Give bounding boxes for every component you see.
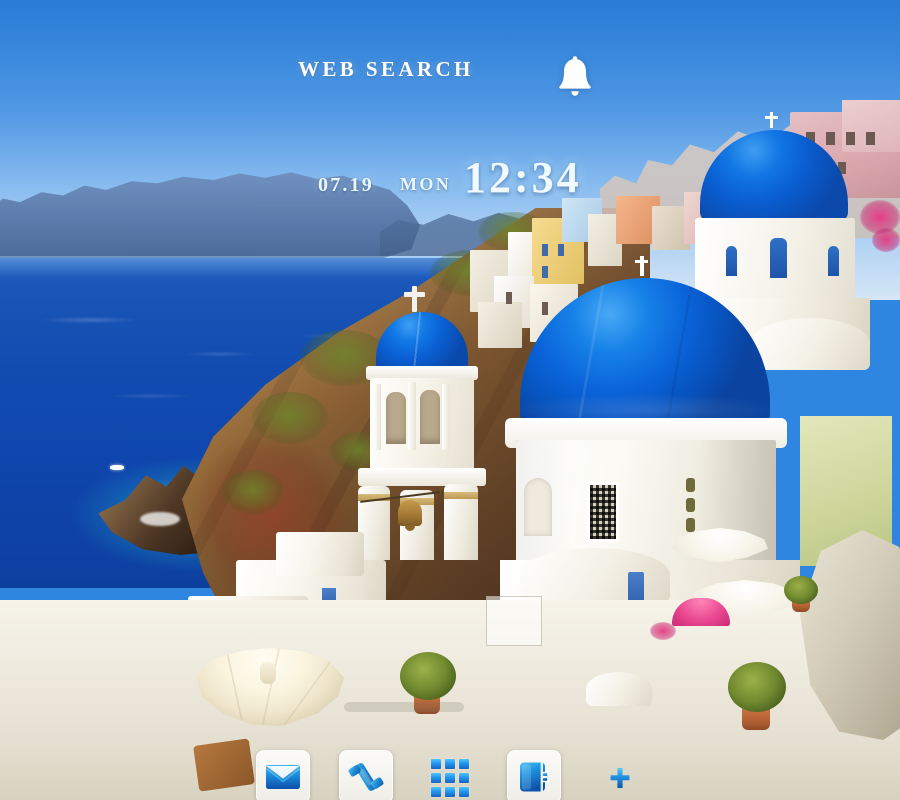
clock-date: 07.19 bbox=[318, 174, 374, 196]
dock-item-mail[interactable] bbox=[256, 750, 310, 800]
dock-item-add-shortcut[interactable] bbox=[594, 752, 646, 800]
web-search-widget[interactable]: WEB SEARCH bbox=[298, 57, 474, 82]
phone-handset-icon bbox=[348, 759, 384, 795]
dock bbox=[0, 728, 900, 800]
address-book-icon bbox=[517, 760, 551, 794]
bell-icon bbox=[552, 53, 598, 101]
envelope-icon bbox=[264, 762, 302, 792]
home-screen: WEB SEARCH 07.19 MON 12:34 bbox=[0, 0, 900, 800]
plus-icon bbox=[606, 764, 634, 792]
home-screen-overlay: WEB SEARCH 07.19 MON 12:34 bbox=[0, 0, 900, 800]
dock-item-app-drawer[interactable] bbox=[424, 752, 476, 800]
clock-widget[interactable]: 07.19 MON 12:34 bbox=[300, 153, 600, 214]
clock-day-of-week: MON bbox=[400, 174, 452, 194]
dock-item-contacts[interactable] bbox=[507, 750, 561, 800]
dock-item-phone[interactable] bbox=[339, 750, 393, 800]
clock-time: 12:34 bbox=[464, 153, 582, 202]
grid-3x3-icon bbox=[431, 759, 469, 797]
notification-bell-widget[interactable] bbox=[552, 53, 598, 101]
